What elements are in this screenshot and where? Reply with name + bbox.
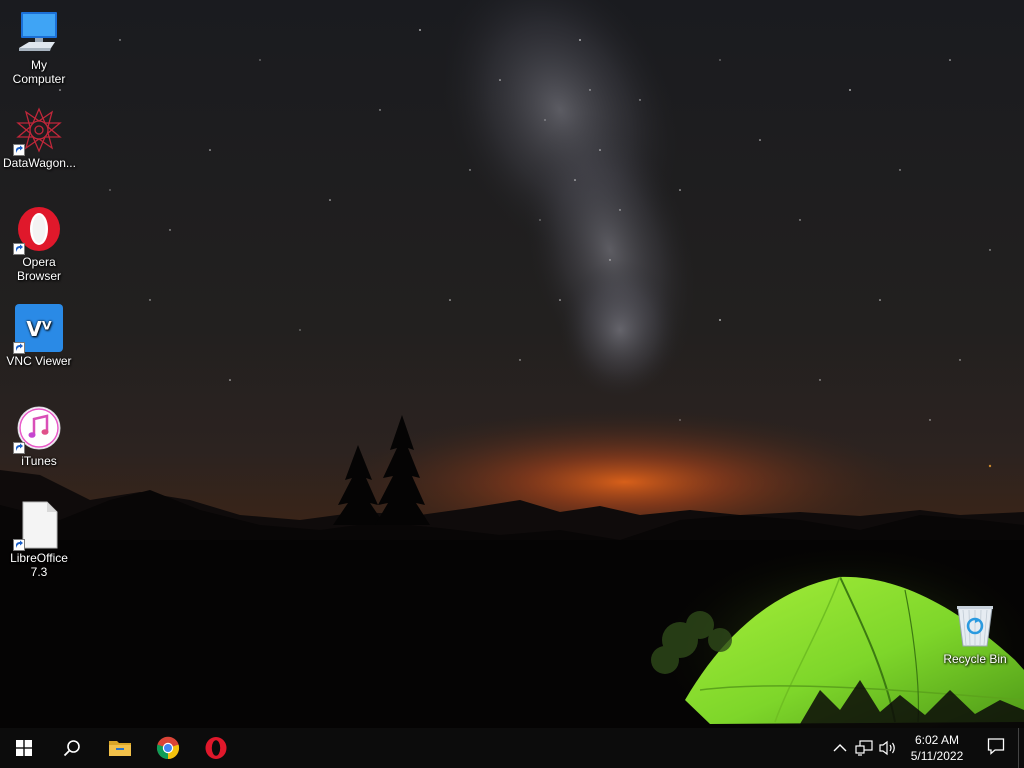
taskbar: 6:02 AM 5/11/2022 xyxy=(0,728,1024,768)
opera-icon xyxy=(204,736,228,760)
clock[interactable]: 6:02 AM 5/11/2022 xyxy=(900,728,974,768)
opera-icon xyxy=(13,205,63,255)
desktop-icon-recycle-bin[interactable]: Recycle Bin xyxy=(937,602,1013,666)
shortcut-arrow-icon xyxy=(13,342,25,354)
desktop-wallpaper xyxy=(0,0,1024,728)
folder-icon xyxy=(108,738,132,758)
recycle-bin-icon xyxy=(951,602,999,650)
chevron-up-icon[interactable] xyxy=(828,728,852,768)
desktop-icon-label: LibreOffice 7.3 xyxy=(10,551,68,579)
volume-icon[interactable] xyxy=(876,728,900,768)
shortcut-arrow-icon xyxy=(13,243,25,255)
desktop-icon-datawagon[interactable]: DataWagon... xyxy=(1,106,77,170)
itunes-icon xyxy=(13,404,63,454)
desktop-icon-opera[interactable]: Opera Browser xyxy=(1,205,77,283)
search-icon xyxy=(63,739,81,757)
windows-logo-icon xyxy=(16,740,32,756)
desktop-icon-label: My Computer xyxy=(12,58,66,86)
file-explorer-button[interactable] xyxy=(96,728,144,768)
desktop-icon-vnc-viewer[interactable]: Vⱽ VNC Viewer xyxy=(1,304,77,368)
chrome-icon xyxy=(156,736,180,760)
chrome-button[interactable] xyxy=(144,728,192,768)
vnc-icon: Vⱽ xyxy=(13,304,63,354)
desktop-icon-label: Opera Browser xyxy=(16,255,61,283)
document-icon xyxy=(13,501,63,551)
start-button[interactable] xyxy=(0,728,48,768)
svg-text:Vⱽ: Vⱽ xyxy=(26,317,51,341)
show-desktop-button[interactable] xyxy=(1018,728,1024,768)
shortcut-arrow-icon xyxy=(13,442,25,454)
datawagon-icon xyxy=(13,106,63,156)
monitor-icon xyxy=(15,8,63,56)
shortcut-arrow-icon xyxy=(13,144,25,156)
search-button[interactable] xyxy=(48,728,96,768)
network-icon[interactable] xyxy=(852,728,876,768)
clock-time: 6:02 AM xyxy=(914,733,960,747)
desktop-icon-label: DataWagon... xyxy=(3,156,76,170)
clock-date: 5/11/2022 xyxy=(910,749,964,763)
desktop-icon-itunes[interactable]: iTunes xyxy=(1,404,77,468)
notification-icon xyxy=(987,737,1005,760)
shortcut-arrow-icon xyxy=(13,539,25,551)
desktop-icon-label: VNC Viewer xyxy=(6,354,72,368)
system-tray: 6:02 AM 5/11/2022 xyxy=(828,728,1024,768)
desktop-icon-label: Recycle Bin xyxy=(943,652,1007,666)
notification-button[interactable] xyxy=(974,728,1018,768)
desktop-icon-my-computer[interactable]: My Computer xyxy=(1,8,77,86)
opera-button[interactable] xyxy=(192,728,240,768)
desktop-icon-label: iTunes xyxy=(21,454,57,468)
desktop-icon-libreoffice[interactable]: LibreOffice 7.3 xyxy=(1,501,77,579)
